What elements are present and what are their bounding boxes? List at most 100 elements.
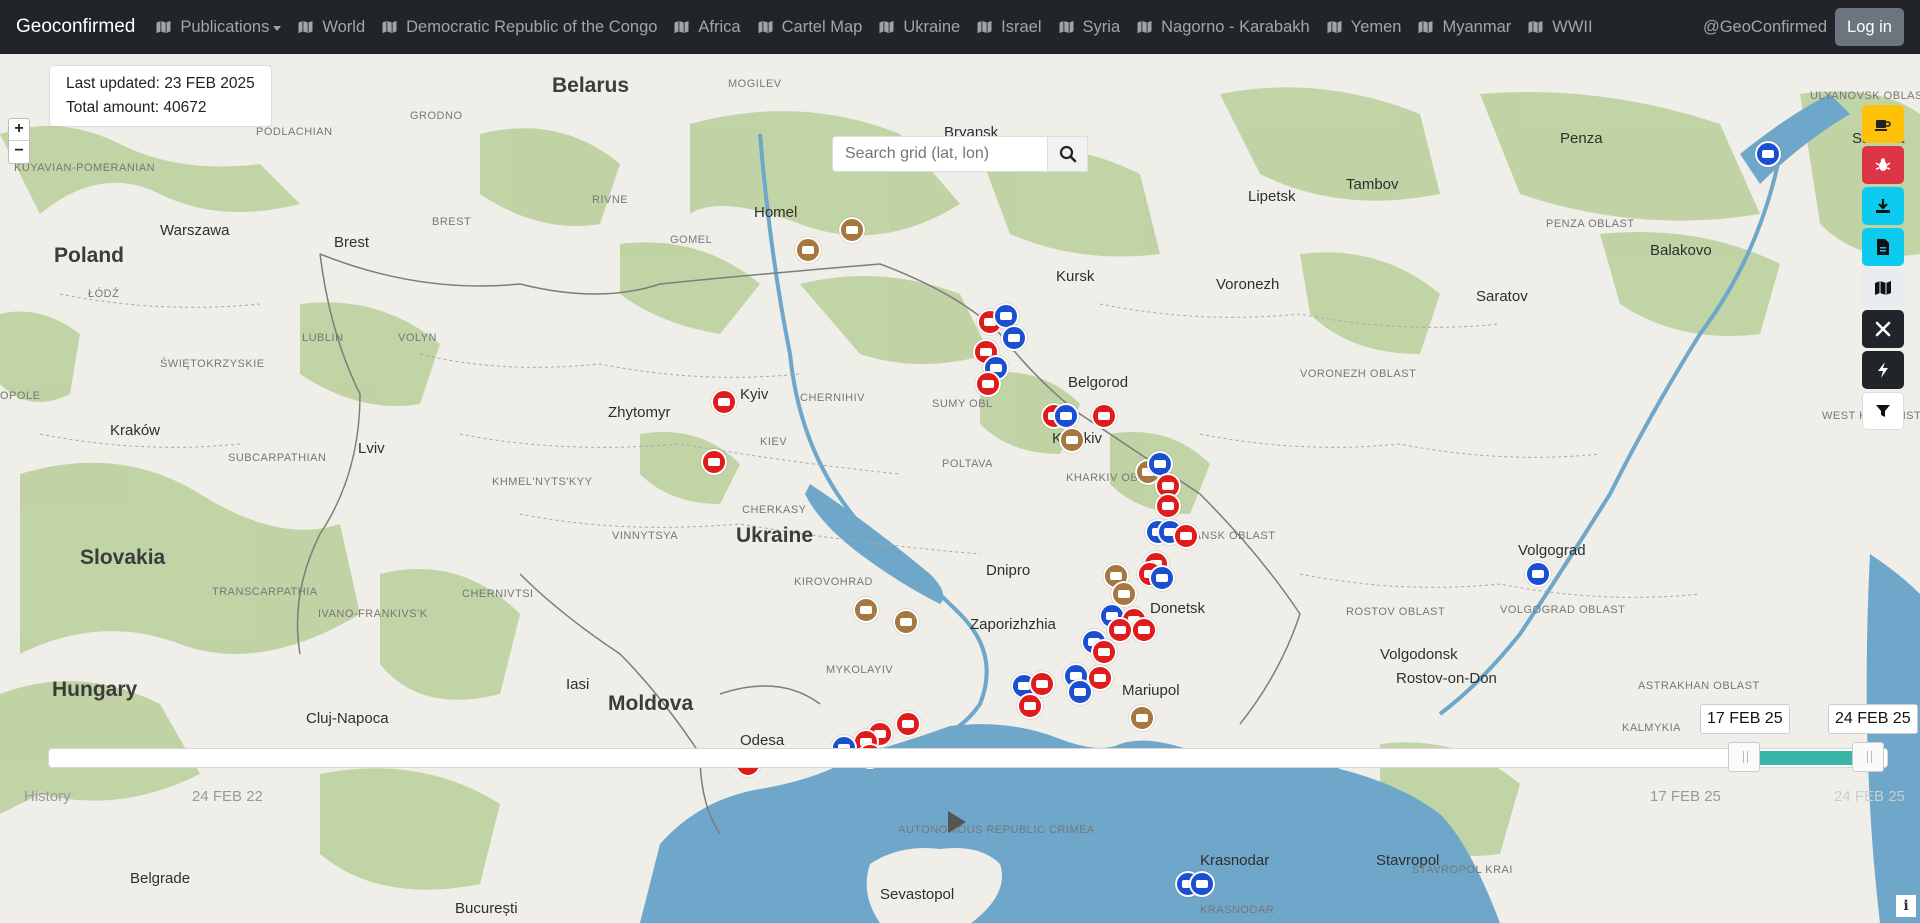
event-marker[interactable] xyxy=(711,389,737,415)
event-marker[interactable] xyxy=(1131,617,1157,643)
lightning-button[interactable] xyxy=(1862,351,1904,389)
tools-icon xyxy=(1875,321,1891,337)
event-marker[interactable] xyxy=(795,237,821,263)
event-icon xyxy=(1118,590,1130,598)
event-marker[interactable] xyxy=(1091,639,1117,665)
map-icon xyxy=(156,20,171,34)
nav-item-israel[interactable]: Israel xyxy=(976,18,1042,37)
map-icon xyxy=(977,20,992,34)
play-icon[interactable] xyxy=(948,811,966,833)
event-icon xyxy=(900,618,912,626)
file-button[interactable] xyxy=(1862,228,1904,266)
map-icon xyxy=(298,20,313,34)
login-button[interactable]: Log in xyxy=(1835,8,1904,46)
city-label: Zhytomyr xyxy=(608,404,671,421)
event-marker[interactable] xyxy=(1525,561,1551,587)
region-label: STAVROPOL KRAI xyxy=(1412,864,1513,876)
event-marker[interactable] xyxy=(895,711,921,737)
city-label: Iasi xyxy=(566,676,590,693)
map-canvas[interactable]: Belarus Poland Ukraine Slovakia Hungary Moldo… xyxy=(0,54,1920,923)
attribution-info-icon[interactable]: i xyxy=(1896,895,1916,917)
region-label: ROSTOV OBLAST xyxy=(1346,606,1446,618)
event-marker[interactable] xyxy=(701,449,727,475)
country-label: Slovakia xyxy=(80,546,166,569)
map-icon xyxy=(1137,20,1152,34)
map-icon xyxy=(1418,20,1433,34)
download-button[interactable] xyxy=(1862,187,1904,225)
city-label: Volgograd xyxy=(1518,542,1586,559)
nav-item-publications[interactable]: Publications xyxy=(155,18,282,37)
grid-search-input[interactable] xyxy=(832,136,1048,172)
timeline-start-handle[interactable] xyxy=(1728,742,1760,772)
twitter-handle-link[interactable]: @GeoConfirmed xyxy=(1703,18,1827,37)
event-marker[interactable] xyxy=(1189,871,1215,897)
download-icon xyxy=(1876,199,1890,213)
event-icon xyxy=(1036,680,1048,688)
nav-item-ukraine[interactable]: Ukraine xyxy=(878,18,960,37)
nav-item-nagorno-karabakh[interactable]: Nagorno - Karabakh xyxy=(1136,18,1310,37)
event-marker[interactable] xyxy=(893,609,919,635)
nav-item-world[interactable]: World xyxy=(297,18,365,37)
event-marker[interactable] xyxy=(1107,617,1133,643)
nav-item-africa[interactable]: Africa xyxy=(673,18,741,37)
nav-item-syria[interactable]: Syria xyxy=(1058,18,1120,37)
timeline-selected-range xyxy=(1760,751,1866,765)
nav-item-wwii[interactable]: WWII xyxy=(1527,17,1593,37)
event-marker[interactable] xyxy=(853,597,879,623)
tools-button[interactable] xyxy=(1862,310,1904,348)
nav-item-yemen[interactable]: Yemen xyxy=(1326,18,1401,37)
event-marker[interactable] xyxy=(1001,325,1027,351)
event-icon xyxy=(708,458,720,466)
zoom-in-button[interactable]: + xyxy=(9,119,29,141)
event-icon xyxy=(1138,626,1150,634)
event-icon xyxy=(902,720,914,728)
region-label: VORONEZH OBLAST xyxy=(1300,368,1417,380)
timeline-history-label[interactable]: History xyxy=(24,788,71,805)
event-marker[interactable] xyxy=(1129,705,1155,731)
timeline-track[interactable] xyxy=(48,748,1888,768)
region-label: KALMYKIA xyxy=(1622,722,1682,734)
search-button[interactable] xyxy=(1048,136,1088,172)
event-marker[interactable] xyxy=(839,217,865,243)
city-label: Lipetsk xyxy=(1248,188,1296,205)
map-icon xyxy=(382,20,397,34)
event-marker[interactable] xyxy=(1067,679,1093,705)
event-marker[interactable] xyxy=(1173,523,1199,549)
event-marker[interactable] xyxy=(1755,141,1781,167)
filter-button[interactable] xyxy=(1862,392,1904,430)
zoom-out-button[interactable]: − xyxy=(9,141,29,163)
nav-item-cartel-map[interactable]: Cartel Map xyxy=(757,18,862,37)
city-label: Lviv xyxy=(358,440,385,457)
event-icon xyxy=(1156,574,1168,582)
bug-report-button[interactable] xyxy=(1862,146,1904,184)
event-marker[interactable] xyxy=(1149,565,1175,591)
event-marker[interactable] xyxy=(1017,693,1043,719)
event-icon xyxy=(1162,482,1174,490)
region-label: RIVNE xyxy=(592,194,629,206)
event-icon xyxy=(1196,880,1208,888)
region-label: KHMEL'NYTS'KYY xyxy=(492,476,593,488)
map-icon xyxy=(674,20,689,34)
event-marker[interactable] xyxy=(1059,427,1085,453)
map-layer-button[interactable] xyxy=(1862,269,1904,307)
nav-item-myanmar[interactable]: Myanmar xyxy=(1417,18,1511,37)
event-marker[interactable] xyxy=(975,371,1001,397)
coffee-button[interactable] xyxy=(1862,105,1904,143)
city-label: Krasnodar xyxy=(1200,852,1270,869)
brand-logo[interactable]: Geoconfirmed xyxy=(16,16,135,38)
event-icon xyxy=(1098,648,1110,656)
timeline-mid-date: 17 FEB 25 xyxy=(1650,788,1721,805)
nav-item-democratic-republic-of-the-congo[interactable]: Democratic Republic of the Congo xyxy=(381,18,657,37)
nav-right: @GeoConfirmed Log in xyxy=(1703,0,1904,54)
event-marker[interactable] xyxy=(1091,403,1117,429)
timeline-end-handle[interactable] xyxy=(1852,742,1884,772)
event-marker[interactable] xyxy=(1155,493,1181,519)
map-icon xyxy=(879,20,894,34)
filter-icon xyxy=(1876,405,1890,417)
event-marker[interactable] xyxy=(1053,403,1079,429)
nav-item-label: Myanmar xyxy=(1442,17,1512,36)
city-label: Rostov-on-Don xyxy=(1396,670,1497,687)
nav-item-label: WWII xyxy=(1552,17,1593,36)
event-icon xyxy=(846,226,858,234)
lightning-icon xyxy=(1878,362,1888,378)
